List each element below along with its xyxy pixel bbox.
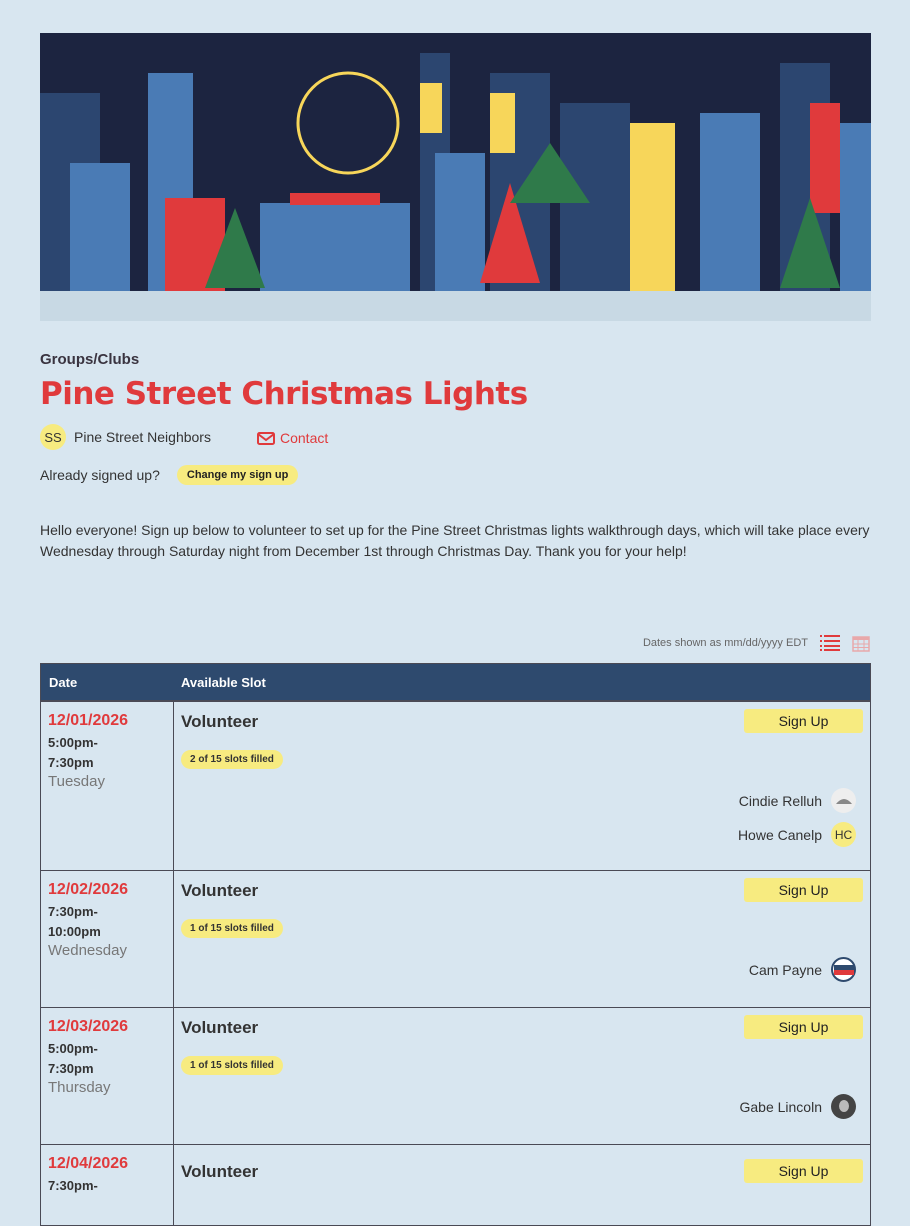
table-row: 12/02/2026 7:30pm- 10:00pm Wednesday Volunt… <box>41 871 870 1008</box>
date-format-bar: Dates shown as mm/dd/yyyy EDT <box>643 634 870 652</box>
envelope-icon <box>257 431 275 445</box>
description: Hello everyone! Sign up below to volunte… <box>40 522 870 559</box>
slot-day: Thursday <box>48 1079 111 1096</box>
slots-filled-badge: 2 of 15 slots filled <box>181 750 283 769</box>
col-slot: Available Slot <box>181 674 266 690</box>
slot-date: 12/01/2026 <box>48 712 129 729</box>
participant-name: Cindie Relluh <box>738 792 822 809</box>
organizer[interactable]: SS Pine Street Neighbors <box>40 424 211 450</box>
participant-name: Gabe Lincoln <box>739 1098 822 1115</box>
slot-date: 12/03/2026 <box>48 1018 129 1035</box>
participant-avatar <box>831 788 856 813</box>
slot-date: 12/02/2026 <box>48 881 129 898</box>
slot-day: Wednesday <box>48 942 127 959</box>
table-row: 12/03/2026 5:00pm- 7:30pm Thursday Voluntee… <box>41 1008 870 1145</box>
date-format-note: Dates shown as mm/dd/yyyy EDT <box>642 637 808 649</box>
calendar-view-icon[interactable] <box>852 634 870 652</box>
slots-filled-badge: 1 of 15 slots filled <box>181 1056 283 1075</box>
already-signed-up: Already signed up? Change my sign up <box>40 465 299 485</box>
already-label: Already signed up? <box>40 467 160 483</box>
slot-time-end: 10:00pm <box>48 924 101 939</box>
participant: Cindie Relluh <box>739 788 856 813</box>
table-row: 12/04/2026 7:30pm- Volunteer Sign Up <box>41 1145 870 1225</box>
participant-name: Cam Payne <box>748 961 822 978</box>
vote-badge-avatar <box>831 957 856 982</box>
sign-up-button[interactable]: Sign Up <box>744 878 863 902</box>
slot-date: 12/04/2026 <box>48 1155 129 1172</box>
sign-up-button[interactable]: Sign Up <box>744 1159 863 1183</box>
participant: Howe Canelp HC <box>738 822 856 847</box>
banner-image <box>40 33 871 321</box>
sign-up-button[interactable]: Sign Up <box>744 709 863 733</box>
organizer-name: Pine Street Neighbors <box>74 429 211 445</box>
page-title: Pine Street Christmas Lights <box>40 376 528 412</box>
signup-table: Date Available Slot 12/01/2026 5:00pm- 7:3… <box>40 663 871 1226</box>
contact-label: Contact <box>280 430 329 446</box>
slot-time-end: 7:30pm <box>48 755 94 770</box>
table-row: 12/01/2026 5:00pm- 7:30pm Tuesday Volunteer… <box>41 702 870 871</box>
participant-name: Howe Canelp <box>737 826 822 843</box>
slot-time-start: 5:00pm- <box>48 1041 98 1056</box>
slots-filled-badge: 1 of 15 slots filled <box>181 919 283 938</box>
category-label: Groups/Clubs <box>40 351 140 368</box>
participant: Cam Payne <box>749 957 856 982</box>
table-header: Date Available Slot <box>41 664 870 702</box>
organizer-avatar: SS <box>40 424 66 450</box>
portrait-avatar <box>831 1094 856 1119</box>
participant: Gabe Lincoln <box>739 1094 856 1119</box>
slot-day: Tuesday <box>48 773 105 790</box>
contact-link[interactable]: Contact <box>257 430 328 446</box>
slot-time-start: 5:00pm- <box>48 735 98 750</box>
list-view-icon[interactable] <box>820 634 840 652</box>
participant-avatar: HC <box>831 822 856 847</box>
change-sign-up-button[interactable]: Change my sign up <box>176 465 299 485</box>
sign-up-button[interactable]: Sign Up <box>744 1015 863 1039</box>
col-date: Date <box>49 674 78 690</box>
slot-time-end: 7:30pm <box>48 1061 94 1076</box>
slot-time-start: 7:30pm- <box>48 904 98 919</box>
slot-time-start: 7:30pm- <box>48 1178 98 1193</box>
